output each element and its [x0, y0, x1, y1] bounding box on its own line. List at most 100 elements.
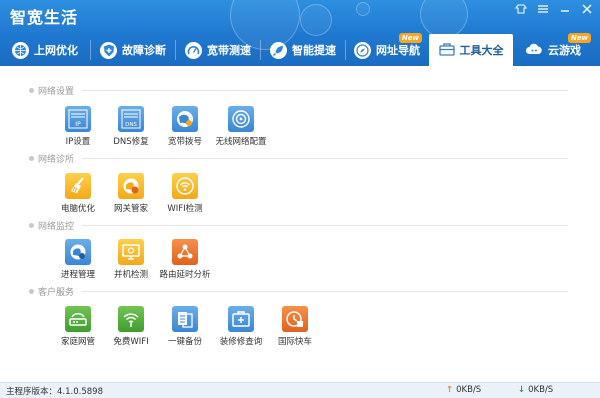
- version-info: 主程序版本：4.1.0.5898: [6, 387, 103, 397]
- tool-repair-query[interactable]: 装修修查询: [211, 306, 271, 347]
- tool-wireless-config[interactable]: 无线网络配置: [211, 106, 271, 147]
- main-nav: 上网优化 故障诊断 宽带测速 智能提速 网址导航 New 工具大全 云游戏 Ne…: [0, 33, 600, 66]
- section-divider: [82, 291, 568, 292]
- minimize-button[interactable]: [556, 3, 574, 17]
- menu-icon[interactable]: [534, 3, 552, 17]
- app-title: 智宽生活: [10, 8, 79, 27]
- router-icon: [65, 306, 91, 332]
- toolbox-panel: 网络设置 IP IP设置 DNS DNS修复 宽带拨号 无线网络配置 网络诊所: [0, 66, 600, 382]
- rocket-icon: [270, 41, 287, 59]
- ip-settings-icon: IP: [65, 106, 91, 132]
- svg-text:IP: IP: [75, 121, 81, 128]
- tool-label: DNS修复: [113, 137, 149, 147]
- tool-pc-optimize[interactable]: 电脑优化: [48, 173, 108, 214]
- tool-label: 进程管理: [60, 270, 95, 280]
- section-divider: [82, 225, 568, 226]
- speed-icon: [185, 41, 202, 59]
- new-badge: New: [398, 33, 422, 43]
- section-title: 客户服务: [29, 285, 74, 298]
- international-express-icon: [282, 306, 308, 332]
- shield-plus-icon: [100, 41, 117, 59]
- tab-url-navigation[interactable]: 网址导航 New: [346, 33, 428, 66]
- section-title: 网络诊所: [29, 152, 74, 165]
- globe-icon: [12, 41, 29, 59]
- compass-icon: [354, 41, 371, 59]
- close-button[interactable]: [578, 3, 596, 17]
- tool-home-router[interactable]: 家庭网管: [48, 306, 108, 347]
- tab-label: 云游戏: [548, 44, 581, 57]
- section-divider: [82, 158, 568, 159]
- cloud-icon: [525, 43, 543, 58]
- tool-gateway-manager[interactable]: 网关管家: [101, 173, 161, 214]
- tool-wifi-detect[interactable]: WIFI检测: [155, 173, 215, 214]
- section-bullet: [29, 156, 34, 161]
- section-bullet: [29, 223, 34, 228]
- tool-process-manager[interactable]: 进程管理: [48, 239, 108, 280]
- new-badge: New: [567, 33, 591, 43]
- process-manager-icon: [65, 239, 91, 265]
- section-divider: [82, 90, 568, 91]
- tool-label: 国际快车: [277, 337, 312, 347]
- title-bar: 智宽生活 上网优化 故障诊断 宽带测速 智能提速 网址导航 New 工具大全 云…: [0, 0, 600, 66]
- backup-icon: [172, 306, 198, 332]
- tool-international-express[interactable]: 国际快车: [265, 306, 325, 347]
- decorative-bubble: [356, 2, 370, 16]
- section-bullet: [29, 289, 34, 294]
- route-latency-icon: [172, 239, 198, 265]
- tool-label: 并机检测: [113, 270, 148, 280]
- tab-smart-boost[interactable]: 智能提速: [261, 34, 345, 66]
- free-wifi-icon: [118, 306, 144, 332]
- tool-one-click-backup[interactable]: 一键备份: [155, 306, 215, 347]
- tool-ip-settings[interactable]: IP IP设置: [48, 106, 108, 147]
- tool-label: 路由延时分析: [159, 270, 211, 280]
- tab-label: 智能提速: [292, 44, 336, 57]
- tool-dns-repair[interactable]: DNS DNS修复: [101, 106, 161, 147]
- svg-text:DNS: DNS: [125, 122, 137, 128]
- upload-arrow-icon: ↑: [446, 385, 454, 395]
- decorative-bubble: [300, 4, 332, 36]
- window-controls: [512, 3, 596, 17]
- tool-broadband-dial[interactable]: 宽带拨号: [155, 106, 215, 147]
- skin-icon[interactable]: [512, 3, 530, 17]
- tool-free-wifi[interactable]: 免费WIFI: [101, 306, 161, 347]
- tool-label: WIFI检测: [167, 204, 203, 214]
- tab-toolbox[interactable]: 工具大全: [429, 34, 513, 66]
- upload-speed: ↑ 0KB/S: [446, 385, 482, 395]
- tool-route-latency[interactable]: 路由延时分析: [155, 239, 215, 280]
- monitor-check-icon: [118, 239, 144, 265]
- tool-label: 装修修查询: [219, 337, 263, 347]
- section-title: 网络监控: [29, 219, 74, 232]
- tool-label: 免费WIFI: [113, 337, 149, 347]
- broom-icon: [65, 173, 91, 199]
- tab-fault-diagnosis[interactable]: 故障诊断: [91, 34, 175, 66]
- section-title: 网络设置: [29, 84, 74, 97]
- tool-label: 一键备份: [167, 337, 202, 347]
- tool-label: 电脑优化: [60, 204, 95, 214]
- section-bullet: [29, 88, 34, 93]
- decorative-bubble: [420, 0, 468, 38]
- broadband-dial-icon: [172, 106, 198, 132]
- tab-label: 网址导航: [376, 44, 420, 57]
- tab-internet-optimize[interactable]: 上网优化: [0, 34, 90, 66]
- tab-label: 上网优化: [34, 44, 78, 57]
- tab-label: 宽带测速: [207, 44, 251, 57]
- tool-label: 家庭网管: [60, 337, 95, 347]
- tool-label: 无线网络配置: [215, 137, 267, 147]
- tool-monitor-check[interactable]: 并机检测: [101, 239, 161, 280]
- dns-repair-icon: DNS: [118, 106, 144, 132]
- tab-speed-test[interactable]: 宽带测速: [176, 34, 260, 66]
- tool-label: 宽带拨号: [167, 137, 202, 147]
- tab-cloud-game[interactable]: 云游戏 New: [513, 33, 593, 66]
- download-speed: ↓ 0KB/S: [518, 385, 554, 395]
- toolbox-icon: [438, 42, 455, 59]
- status-bar: 主程序版本：4.1.0.5898 ↑ 0KB/S ↓ 0KB/S: [0, 382, 600, 398]
- gateway-manager-icon: [118, 173, 144, 199]
- version-number: 4.1.0.5898: [57, 387, 103, 397]
- tool-label: 网关管家: [113, 204, 148, 214]
- wifi-detect-icon: [172, 173, 198, 199]
- tool-label: IP设置: [65, 137, 91, 147]
- wireless-config-icon: [228, 106, 254, 132]
- repair-query-icon: [228, 306, 254, 332]
- tab-label: 工具大全: [459, 44, 504, 57]
- tab-label: 故障诊断: [122, 44, 166, 57]
